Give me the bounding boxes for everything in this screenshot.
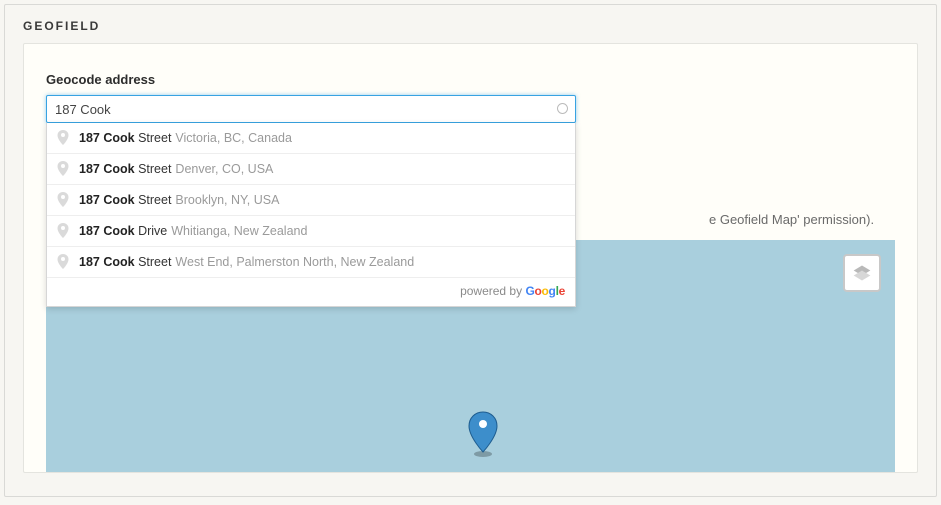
map-pin-icon [466,410,500,458]
suggestion-secondary: Brooklyn, NY, USA [175,193,279,207]
location-pin-icon [57,223,69,239]
map-layers-button[interactable] [843,254,881,292]
loading-spinner-icon [557,103,568,114]
fieldset-legend: GEOFIELD [5,5,936,43]
suggestion-secondary: Whitianga, New Zealand [171,224,307,238]
attribution-prefix: powered by [460,284,525,298]
suggestion-main: 187 Cook Street [79,131,171,145]
autocomplete-dropdown: 187 Cook StreetVictoria, BC, Canada187 C… [46,123,576,307]
attribution: powered by Google [47,277,575,306]
suggestion-secondary: West End, Palmerston North, New Zealand [175,255,414,269]
geocode-input[interactable] [46,95,576,123]
geocode-label: Geocode address [46,72,895,87]
suggestion-main: 187 Cook Street [79,193,171,207]
suggestion-item[interactable]: 187 Cook Street Denver, CO, USA [47,154,575,185]
location-pin-icon [57,130,69,146]
suggestion-item[interactable]: 187 Cook Street Brooklyn, NY, USA [47,185,575,216]
suggestion-main: 187 Cook Street [79,255,171,269]
google-logo: Google [525,284,565,298]
location-pin-icon [57,161,69,177]
suggestion-item[interactable]: 187 Cook Street West End, Palmerston Nort… [47,247,575,277]
suggestion-item[interactable]: 187 Cook Street Victoria, BC, Canada [47,123,575,154]
location-pin-icon [57,192,69,208]
suggestion-main: 187 Cook Street [79,162,171,176]
suggestion-main: 187 Cook Drive [79,224,167,238]
geocode-input-wrap: 187 Cook StreetVictoria, BC, Canada187 C… [46,95,576,123]
suggestion-secondary: Denver, CO, USA [175,162,273,176]
suggestion-item[interactable]: 187 Cook Drive Whitianga, New Zealand [47,216,575,247]
fieldset: GEOFIELD Geocode address 187 Cook Street… [4,4,937,497]
map-marker [466,410,500,463]
layers-icon [852,263,872,283]
location-pin-icon [57,254,69,270]
field-card: Geocode address 187 Cook StreetVictoria,… [23,43,918,473]
hint-tail: e Geofield Map' permission). [709,212,874,227]
suggestion-secondary: Victoria, BC, Canada [175,131,292,145]
